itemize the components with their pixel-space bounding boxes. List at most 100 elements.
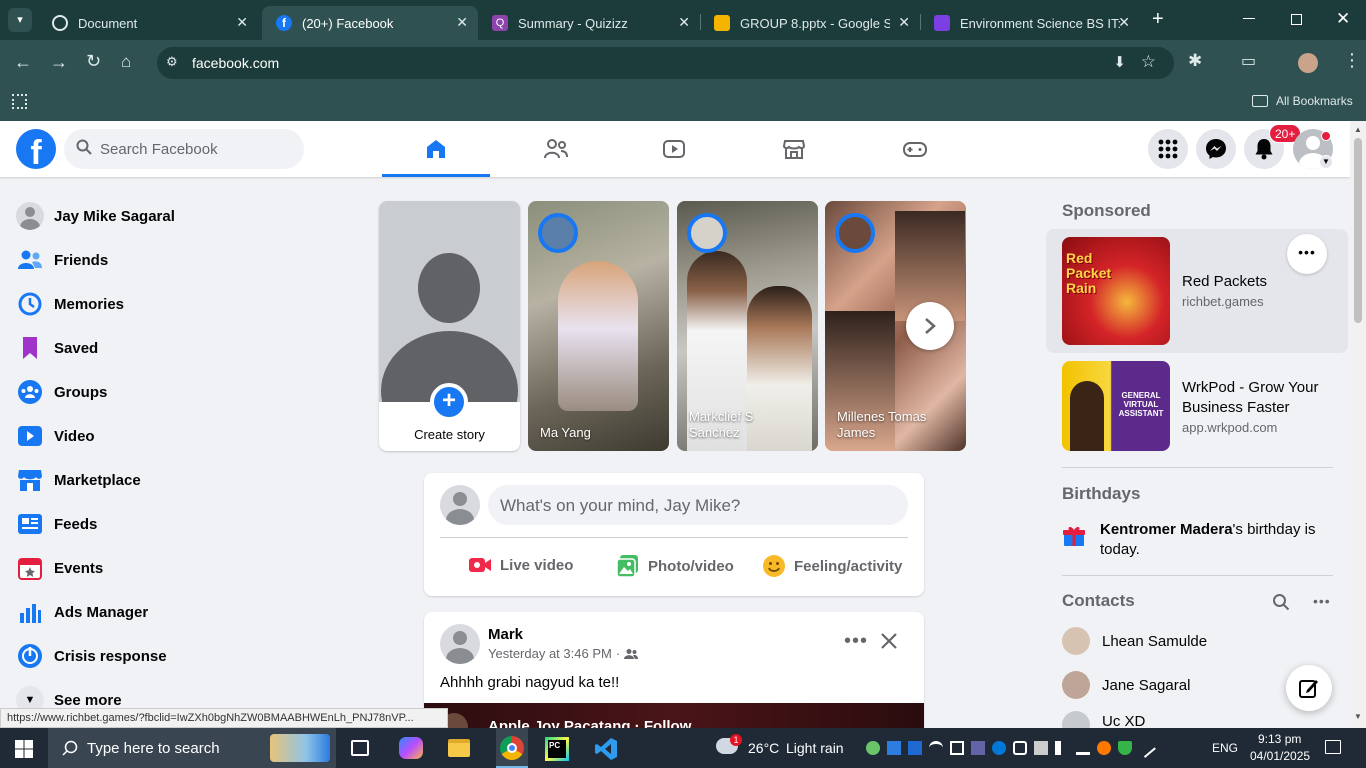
create-story-card[interactable]: + Create story — [379, 201, 520, 451]
sidebar-item-profile[interactable]: Jay Mike Sagaral — [16, 198, 175, 234]
back-arrow-icon[interactable]: ← — [14, 52, 32, 73]
nav-video[interactable] — [620, 121, 728, 177]
clock-date[interactable]: 04/01/2025 — [1250, 749, 1310, 763]
post-timestamp[interactable]: Yesterday at 3:46 PM — [488, 646, 612, 661]
profile-avatar[interactable] — [1298, 53, 1318, 73]
story-card[interactable]: Ma Yang — [528, 201, 669, 451]
browser-tab-facebook[interactable]: f (20+) Facebook ✕ — [262, 6, 478, 40]
site-info-icon[interactable]: ⚙ — [166, 54, 178, 70]
ad-options-button[interactable]: ••• — [1287, 234, 1327, 274]
scrollbar-thumb[interactable] — [1354, 138, 1362, 323]
tray-app-icon[interactable] — [950, 741, 964, 755]
sidebar-item-video[interactable]: Video — [16, 418, 95, 454]
weather-widget[interactable]: 1 26°C Light rain — [714, 728, 850, 768]
sidebar-item-memories[interactable]: Memories — [16, 286, 124, 322]
contacts-search-icon[interactable] — [1272, 593, 1290, 611]
network-icon[interactable] — [1076, 741, 1090, 755]
vscode-icon[interactable] — [594, 737, 618, 761]
contact-item[interactable]: Uc XD — [1062, 709, 1145, 728]
file-explorer-icon[interactable] — [448, 739, 470, 757]
address-bar[interactable]: ⚙ facebook.com ⬇ ☆ — [157, 47, 1174, 79]
browser-tab-google-slides[interactable]: GROUP 8.pptx - Google Slide ✕ — [700, 6, 920, 40]
wifi-icon[interactable] — [929, 741, 943, 755]
sidebar-item-ads-manager[interactable]: Ads Manager — [16, 594, 148, 630]
sponsored-ad[interactable]: Red Packet Rain Red Packets richbet.game… — [1046, 229, 1348, 353]
minimize-button[interactable] — [1243, 18, 1255, 19]
contact-item[interactable]: Jane Sagaral — [1062, 667, 1190, 703]
new-tab-button[interactable]: + — [1152, 8, 1172, 32]
tray-app-icon[interactable] — [908, 741, 922, 755]
tray-app-icon[interactable] — [1013, 741, 1027, 755]
browser-tab-environment-science[interactable]: Environment Science BS IT: 2 ✕ — [920, 6, 1140, 40]
close-icon[interactable]: ✕ — [898, 14, 910, 31]
page-scrollbar[interactable]: ▲ ▼ — [1350, 121, 1366, 728]
photo-video-button[interactable]: Photo/video — [616, 554, 734, 578]
install-app-icon[interactable]: ⬇ — [1113, 53, 1126, 71]
sidebar-item-crisis-response[interactable]: Crisis response — [16, 638, 167, 674]
bookmark-star-icon[interactable]: ☆ — [1141, 52, 1156, 72]
close-icon[interactable]: ✕ — [456, 14, 468, 31]
all-bookmarks-button[interactable]: All Bookmarks — [1276, 94, 1353, 108]
stories-next-button[interactable] — [906, 302, 954, 350]
post-options-icon[interactable]: ••• — [844, 630, 868, 653]
search-input[interactable]: Search Facebook — [64, 129, 304, 169]
close-icon[interactable]: ✕ — [678, 14, 690, 31]
close-icon[interactable]: ✕ — [1118, 14, 1130, 31]
pen-icon[interactable] — [1136, 738, 1156, 758]
sidebar-item-feeds[interactable]: Feeds — [16, 506, 97, 542]
facebook-logo[interactable]: f — [16, 129, 56, 169]
contact-item[interactable]: Lhean Samulde — [1062, 623, 1207, 659]
copilot-icon[interactable] — [399, 737, 423, 759]
post-close-icon[interactable] — [880, 632, 898, 650]
task-view-icon[interactable] — [351, 740, 369, 756]
notification-center-icon[interactable] — [1325, 740, 1341, 754]
scroll-down-arrow[interactable]: ▼ — [1354, 712, 1362, 721]
story-card[interactable]: Markclief S Sanchez — [677, 201, 818, 451]
sponsored-ad[interactable]: GENERAL VIRTUAL ASSISTANT WrkPod - Grow … — [1046, 353, 1348, 459]
contacts-options-icon[interactable]: ••• — [1313, 593, 1331, 609]
forward-arrow-icon[interactable]: → — [50, 52, 68, 73]
live-video-button[interactable]: Live video — [468, 555, 573, 575]
avast-icon[interactable] — [1097, 741, 1111, 755]
teams-icon[interactable] — [971, 741, 985, 755]
language-indicator[interactable]: ENG — [1212, 741, 1238, 755]
menu-button[interactable] — [1148, 129, 1188, 169]
post-author-avatar[interactable] — [440, 624, 480, 664]
browser-tab-document[interactable]: Document ✕ — [38, 6, 258, 40]
new-message-button[interactable] — [1286, 665, 1332, 711]
messenger-button[interactable] — [1196, 129, 1236, 169]
restore-button[interactable] — [1291, 14, 1302, 25]
home-icon[interactable]: ⌂ — [121, 52, 131, 72]
sidebar-item-saved[interactable]: Saved — [16, 330, 98, 366]
volume-icon[interactable] — [1055, 741, 1069, 755]
tray-app-icon[interactable] — [887, 741, 901, 755]
tray-app-icon[interactable] — [866, 741, 880, 755]
nav-marketplace[interactable] — [740, 121, 848, 177]
nav-friends[interactable] — [501, 121, 609, 177]
sidebar-item-groups[interactable]: Groups — [16, 374, 107, 410]
account-chevron-icon[interactable]: ▼ — [1319, 155, 1333, 169]
feeling-activity-button[interactable]: Feeling/activity — [762, 554, 902, 578]
tab-search-button[interactable]: ▾ — [8, 8, 32, 32]
composer-input[interactable]: What's on your mind, Jay Mike? — [488, 485, 908, 525]
chrome-icon[interactable] — [496, 728, 528, 768]
nav-home[interactable] — [382, 121, 490, 177]
plus-icon[interactable]: + — [430, 383, 468, 421]
clock-time[interactable]: 9:13 pm — [1258, 732, 1301, 746]
display-icon[interactable] — [1034, 741, 1048, 755]
security-shield-icon[interactable] — [1118, 741, 1132, 755]
apps-grid-icon[interactable] — [12, 94, 27, 109]
reload-icon[interactable]: ↻ — [86, 51, 101, 72]
post-author-name[interactable]: Mark — [488, 626, 523, 643]
close-window-button[interactable]: ✕ — [1336, 9, 1350, 29]
sidebar-item-events[interactable]: Events — [16, 550, 103, 586]
windows-start-icon[interactable] — [15, 740, 33, 758]
reading-list-icon[interactable]: ▭ — [1241, 51, 1256, 71]
close-icon[interactable]: ✕ — [236, 14, 248, 31]
nav-gaming[interactable] — [860, 121, 968, 177]
extensions-icon[interactable]: ✱ — [1188, 51, 1202, 71]
browser-tab-quizizz[interactable]: Q Summary - Quizizz ✕ — [478, 6, 700, 40]
birthday-person-name[interactable]: Kentromer Madera — [1100, 521, 1233, 538]
scroll-up-arrow[interactable]: ▲ — [1354, 125, 1362, 134]
bluetooth-icon[interactable] — [992, 741, 1006, 755]
